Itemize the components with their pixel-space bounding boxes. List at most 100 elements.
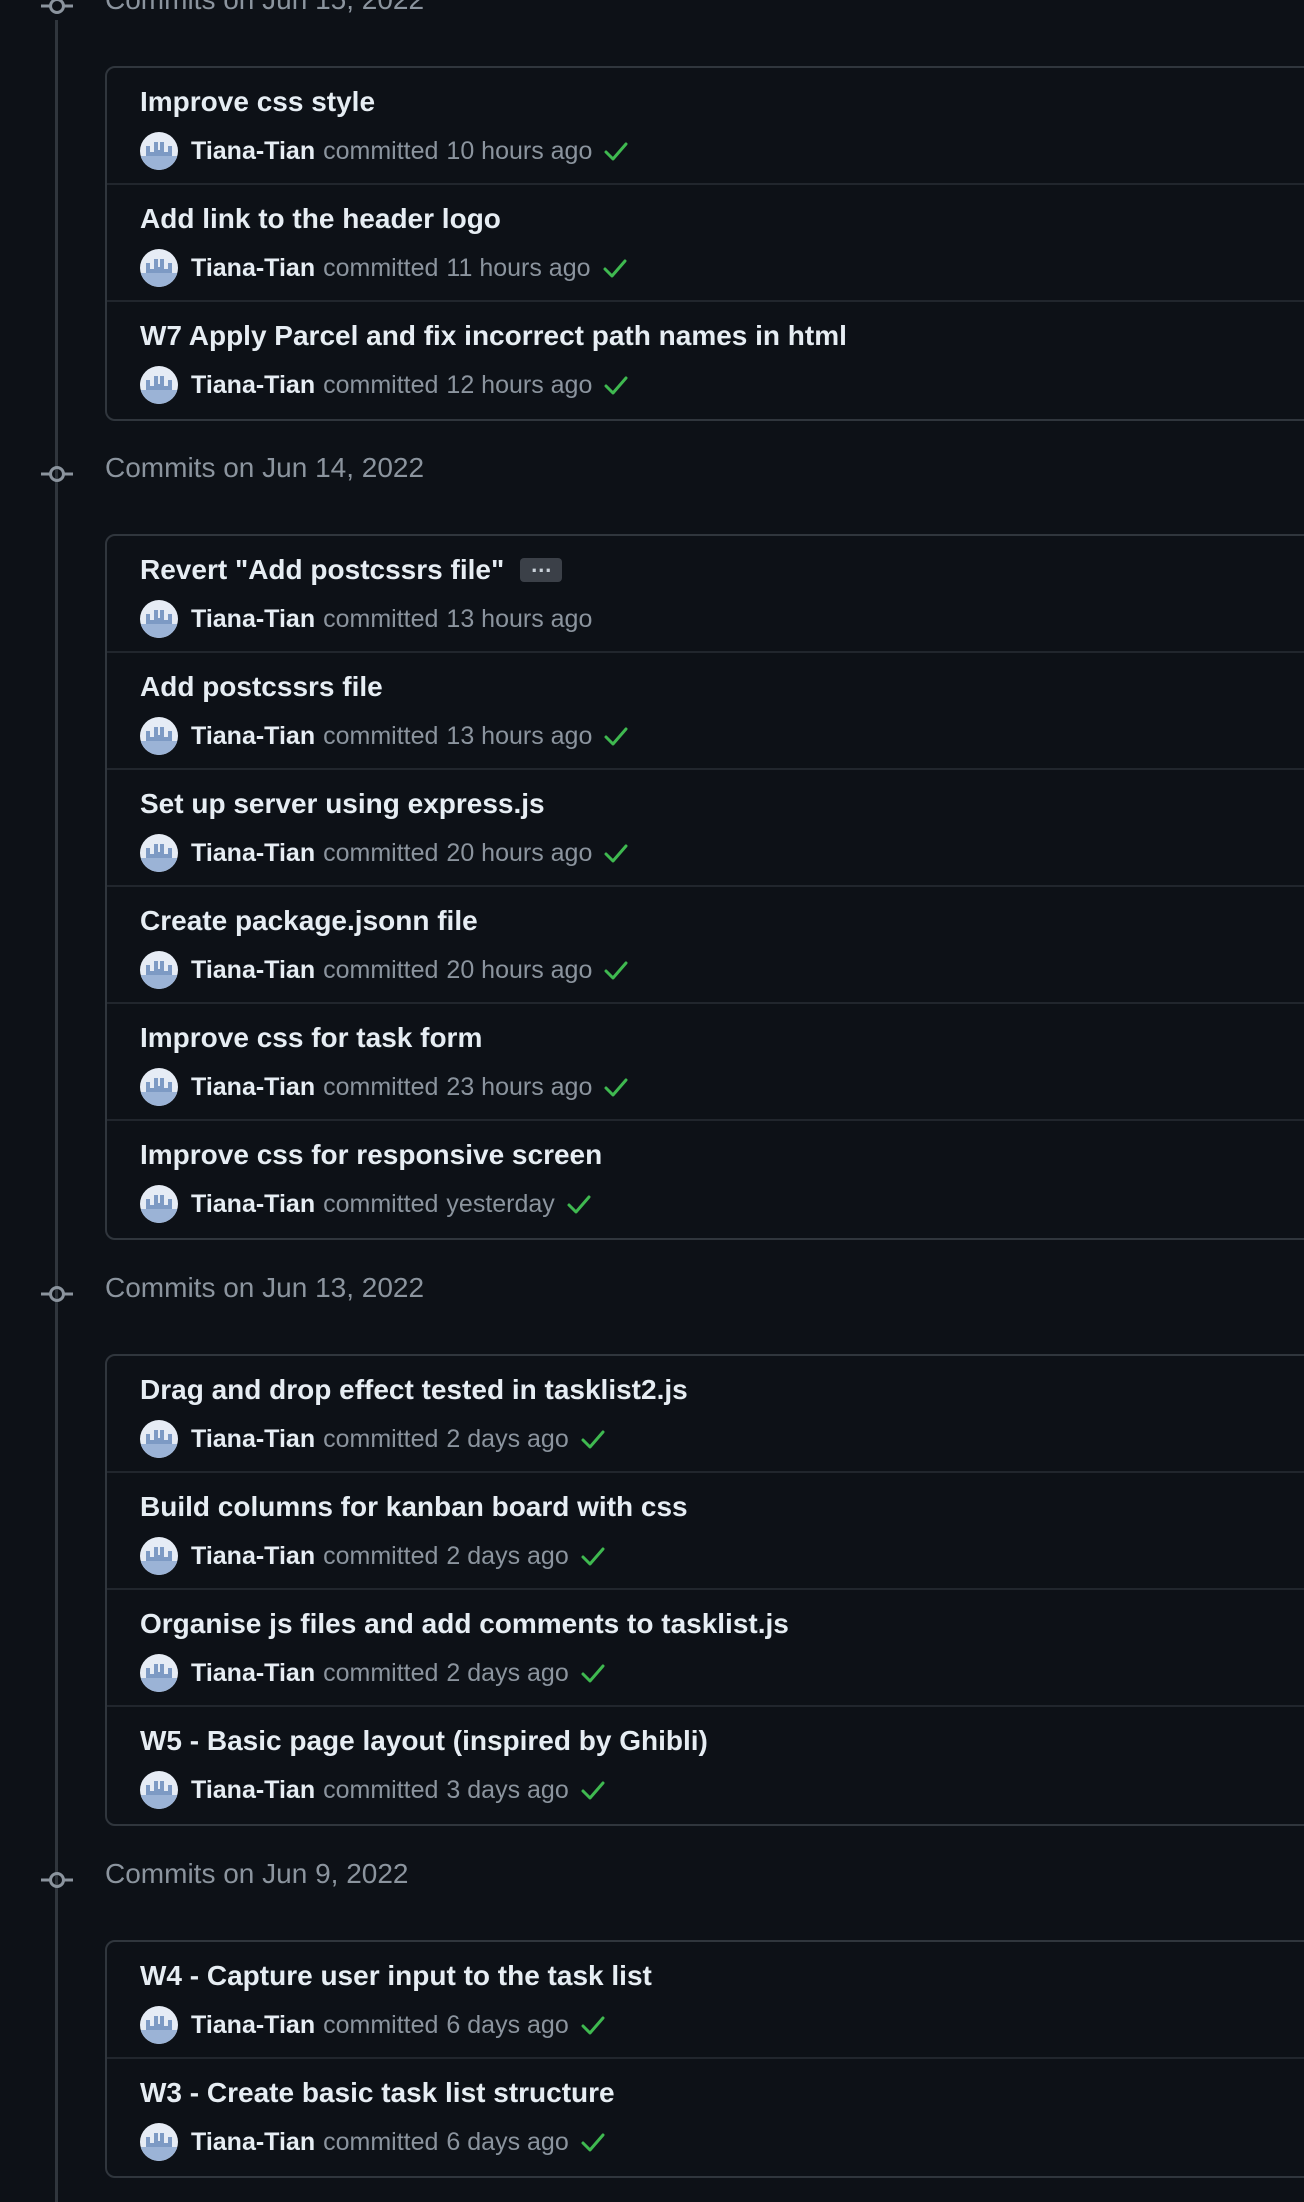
commit-author-link[interactable]: Tiana-Tian	[191, 605, 315, 634]
commit-row: Improve css style Tiana-Tian committed 10 h…	[107, 68, 1304, 185]
check-icon[interactable]	[579, 1542, 607, 1570]
commit-message-link[interactable]: Improve css style	[140, 86, 375, 117]
commit-row: Add postcssrs file Tiana-Tian committed 13 …	[107, 653, 1304, 770]
commit-message-link[interactable]: Add link to the header logo	[140, 203, 501, 234]
commit-verb: committed	[323, 1424, 439, 1453]
user-avatar[interactable]	[140, 600, 178, 638]
commit-author-link[interactable]: Tiana-Tian	[191, 1659, 315, 1688]
commit-message: W7 Apply Parcel and fix incorrect path n…	[140, 320, 847, 352]
user-avatar[interactable]	[140, 1537, 178, 1575]
commit-group-header: Commits on Jun 14, 2022	[0, 452, 600, 494]
check-icon[interactable]	[579, 2128, 607, 2156]
commit-author-link[interactable]: Tiana-Tian	[191, 956, 315, 985]
commit-verb: committed	[323, 2127, 439, 2156]
check-icon[interactable]	[579, 1425, 607, 1453]
commit-meta: Tiana-Tian committed 2 days ago	[140, 1536, 607, 1576]
check-icon[interactable]	[565, 1190, 593, 1218]
commit-group-header: Commits on Jun 9, 2022	[0, 1858, 600, 1900]
commit-meta: Tiana-Tian committed yesterday	[140, 1184, 593, 1224]
git-commit-icon	[41, 0, 73, 20]
commit-author-link[interactable]: Tiana-Tian	[191, 137, 315, 166]
commit-message-link[interactable]: Drag and drop effect tested in tasklist2…	[140, 1374, 688, 1405]
commit-group-header: Commits on Jun 13, 2022	[0, 1272, 600, 1314]
commit-list: Revert "Add postcssrs file" Tiana-Tian com…	[105, 534, 1304, 1240]
commit-author-link[interactable]: Tiana-Tian	[191, 1542, 315, 1571]
commit-time: 20 hours ago	[446, 955, 593, 984]
commit-group-date: Commits on Jun 13, 2022	[105, 1272, 425, 1303]
commit-message-link[interactable]: Create package.jsonn file	[140, 905, 478, 936]
commit-row: W3 - Create basic task list structure Tia…	[107, 2059, 1304, 2176]
commit-list: W4 - Capture user input to the task list…	[105, 1940, 1304, 2178]
commit-message-link[interactable]: Build columns for kanban board with css	[140, 1491, 688, 1522]
commit-message-link[interactable]: W3 - Create basic task list structure	[140, 2077, 615, 2108]
check-icon[interactable]	[602, 956, 630, 984]
commit-time: 2 days ago	[446, 1541, 569, 1570]
commit-message-link[interactable]: W5 - Basic page layout (inspired by Ghib…	[140, 1725, 708, 1756]
user-avatar[interactable]	[140, 834, 178, 872]
commit-time: 10 hours ago	[446, 136, 593, 165]
check-icon[interactable]	[602, 137, 630, 165]
check-icon[interactable]	[602, 371, 630, 399]
check-icon[interactable]	[602, 839, 630, 867]
user-avatar[interactable]	[140, 717, 178, 755]
expand-commit-body-button[interactable]	[520, 552, 563, 582]
commit-verb: committed	[323, 721, 439, 750]
commit-message-link[interactable]: Improve css for responsive screen	[140, 1139, 602, 1170]
commit-row: Set up server using express.js Tiana-Tian…	[107, 770, 1304, 887]
commit-meta: Tiana-Tian committed 6 days ago	[140, 2122, 607, 2162]
user-avatar[interactable]	[140, 1068, 178, 1106]
git-commit-icon	[41, 1866, 73, 1894]
commit-message-link[interactable]: Revert "Add postcssrs file"	[140, 554, 504, 585]
commit-message-link[interactable]: Organise js files and add comments to ta…	[140, 1608, 789, 1639]
commit-row: W5 - Basic page layout (inspired by Ghib…	[107, 1707, 1304, 1824]
user-avatar[interactable]	[140, 1654, 178, 1692]
commit-row: Revert "Add postcssrs file" Tiana-Tian com…	[107, 536, 1304, 653]
user-avatar[interactable]	[140, 2123, 178, 2161]
commit-author-link[interactable]: Tiana-Tian	[191, 1776, 315, 1805]
user-avatar[interactable]	[140, 132, 178, 170]
commit-author-link[interactable]: Tiana-Tian	[191, 2128, 315, 2157]
commit-meta: Tiana-Tian committed 23 hours ago	[140, 1067, 630, 1107]
commit-verb: committed	[323, 604, 439, 633]
user-avatar[interactable]	[140, 1185, 178, 1223]
commit-author-link[interactable]: Tiana-Tian	[191, 839, 315, 868]
commit-row: Drag and drop effect tested in tasklist2…	[107, 1356, 1304, 1473]
commit-author-link[interactable]: Tiana-Tian	[191, 722, 315, 751]
commit-author-link[interactable]: Tiana-Tian	[191, 371, 315, 400]
commit-author-link[interactable]: Tiana-Tian	[191, 2011, 315, 2040]
commit-message-link[interactable]: W7 Apply Parcel and fix incorrect path n…	[140, 320, 847, 351]
commit-row: Create package.jsonn file Tiana-Tian commi…	[107, 887, 1304, 1004]
check-icon[interactable]	[602, 722, 630, 750]
commit-author-link[interactable]: Tiana-Tian	[191, 254, 315, 283]
user-avatar[interactable]	[140, 1771, 178, 1809]
commit-author-link[interactable]: Tiana-Tian	[191, 1425, 315, 1454]
commit-message: W5 - Basic page layout (inspired by Ghib…	[140, 1725, 708, 1757]
commit-row: Organise js files and add comments to ta…	[107, 1590, 1304, 1707]
user-avatar[interactable]	[140, 2006, 178, 2044]
check-icon[interactable]	[579, 1776, 607, 1804]
commit-verb: committed	[323, 136, 439, 165]
check-icon[interactable]	[579, 2011, 607, 2039]
commit-time: 11 hours ago	[446, 253, 591, 282]
user-avatar[interactable]	[140, 366, 178, 404]
commit-list: Drag and drop effect tested in tasklist2…	[105, 1354, 1304, 1826]
check-icon[interactable]	[601, 254, 629, 282]
commit-message: Set up server using express.js	[140, 788, 545, 820]
commit-message-link[interactable]: Add postcssrs file	[140, 671, 383, 702]
commit-time: yesterday	[446, 1189, 555, 1218]
commits-timeline: Commits on Jun 15, 2022 Improve css style…	[0, 0, 1304, 2202]
commit-message-link[interactable]: Improve css for task form	[140, 1022, 482, 1053]
commit-message-link[interactable]: W4 - Capture user input to the task list	[140, 1960, 652, 1991]
commit-author-link[interactable]: Tiana-Tian	[191, 1190, 315, 1219]
user-avatar[interactable]	[140, 951, 178, 989]
commit-verb: committed	[323, 1658, 439, 1687]
user-avatar[interactable]	[140, 1420, 178, 1458]
check-icon[interactable]	[602, 1073, 630, 1101]
commit-author-link[interactable]: Tiana-Tian	[191, 1073, 315, 1102]
commit-meta: Tiana-Tian committed 13 hours ago	[140, 599, 592, 639]
commit-meta: Tiana-Tian committed 20 hours ago	[140, 833, 630, 873]
check-icon[interactable]	[579, 1659, 607, 1687]
commit-message-link[interactable]: Set up server using express.js	[140, 788, 545, 819]
commit-verb: committed	[323, 370, 439, 399]
user-avatar[interactable]	[140, 249, 178, 287]
